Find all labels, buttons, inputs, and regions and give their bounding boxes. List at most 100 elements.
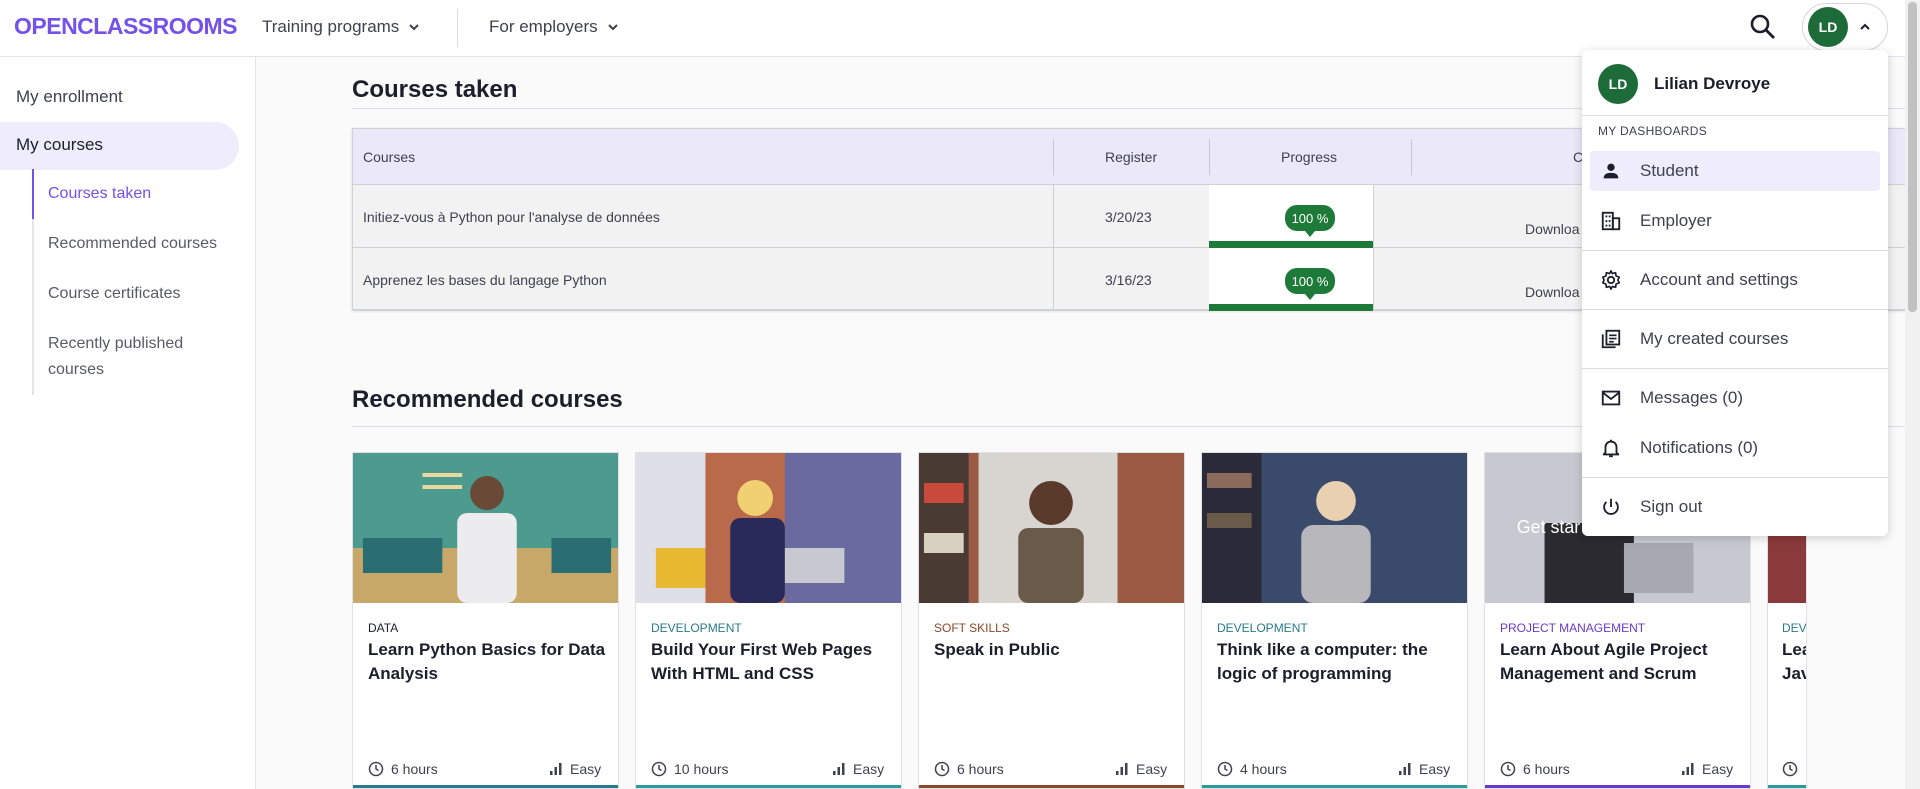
course-thumbnail xyxy=(636,453,901,603)
clock-icon xyxy=(934,761,950,777)
course-duration-value: 6 hours xyxy=(391,761,438,777)
level-bars-icon xyxy=(1399,763,1411,775)
thumbnail-overlay-text: Get star xyxy=(1517,517,1581,537)
category-color-bar xyxy=(636,785,901,788)
register-date: 3/16/23 xyxy=(1105,272,1152,288)
mail-icon xyxy=(1601,390,1621,406)
course-level: Easy xyxy=(832,761,884,777)
course-card[interactable]: DEVELOPMENT Think like a computer: the l… xyxy=(1201,452,1468,789)
course-level-value: Easy xyxy=(1136,761,1168,777)
clock-icon xyxy=(368,761,384,777)
course-category: SOFT SKILLS xyxy=(934,621,1010,635)
power-icon xyxy=(1603,498,1619,515)
sidebar-subitem-recommended-courses[interactable]: Recommended courses xyxy=(48,231,238,257)
course-level-value: Easy xyxy=(853,761,885,777)
category-color-bar xyxy=(919,785,1184,788)
menu-divider xyxy=(1582,115,1888,116)
sidebar-subitem-recently-published[interactable]: Recently published courses xyxy=(48,331,238,383)
course-title[interactable]: Learn Python Basics for Data Analysis xyxy=(368,638,608,686)
nav-for-employers[interactable]: For employers xyxy=(489,17,620,37)
progress-badge: 100 % xyxy=(1285,205,1335,237)
courses-taken-heading: Courses taken xyxy=(352,76,518,103)
column-header-progress[interactable]: Progress xyxy=(1281,149,1337,165)
progress-bar xyxy=(1209,241,1373,248)
nav-training-programs[interactable]: Training programs xyxy=(262,17,421,37)
menu-item-sign-out[interactable]: Sign out xyxy=(1590,487,1880,527)
download-certificate-link[interactable]: Downloa xyxy=(1525,284,1579,300)
course-card[interactable]: DEVELOPMENT Build Your First Web Pages W… xyxy=(635,452,902,789)
course-name[interactable]: Apprenez les bases du langage Python xyxy=(363,272,607,288)
sidebar-item-my-courses[interactable]: My courses xyxy=(0,122,239,170)
course-category: DEVELOPMENT xyxy=(1217,621,1308,635)
user-name: Lilian Devroye xyxy=(1654,74,1771,93)
course-level-value: Easy xyxy=(570,761,602,777)
progress-cell: 100 % xyxy=(1209,248,1373,311)
menu-item-messages[interactable]: Messages (0) xyxy=(1590,378,1880,418)
avatar: LD xyxy=(1598,64,1638,104)
course-level: Easy xyxy=(1681,761,1733,777)
menu-item-notifications[interactable]: Notifications (0) xyxy=(1590,428,1880,468)
course-card[interactable]: DATA Learn Python Basics for Data Analys… xyxy=(352,452,619,789)
menu-divider xyxy=(1582,250,1888,251)
course-name[interactable]: Initiez-vous à Python pour l'analyse de … xyxy=(363,209,660,225)
top-header: OPENCLASSROOMS Training programs For emp… xyxy=(0,0,1920,57)
menu-item-student[interactable]: Student xyxy=(1590,151,1880,191)
course-title[interactable]: Build Your First Web Pages With HTML and… xyxy=(651,638,891,686)
clock-icon xyxy=(1500,761,1516,777)
menu-item-employer[interactable]: Employer xyxy=(1590,201,1880,241)
menu-item-label: Notifications (0) xyxy=(1640,438,1759,457)
openclassrooms-logo[interactable]: OPENCLASSROOMS xyxy=(14,13,238,40)
cell-divider xyxy=(1373,185,1374,248)
person-icon xyxy=(1603,163,1619,179)
course-level: Easy xyxy=(549,761,601,777)
course-card[interactable]: SOFT SKILLS Speak in Public 6 hours Easy xyxy=(918,452,1185,789)
level-bars-icon xyxy=(1682,763,1694,775)
course-level: Easy xyxy=(1115,761,1167,777)
menu-item-my-created-courses[interactable]: My created courses xyxy=(1590,319,1880,359)
category-color-bar xyxy=(1202,785,1467,788)
course-title[interactable]: Think like a computer: the logic of prog… xyxy=(1217,638,1457,686)
clock-icon xyxy=(1217,761,1233,777)
search-icon[interactable] xyxy=(1748,12,1778,42)
category-color-bar xyxy=(353,785,618,788)
progress-bar xyxy=(1209,304,1373,311)
chevron-down-icon xyxy=(607,24,618,31)
download-certificate-link[interactable]: Downloa xyxy=(1525,221,1579,237)
course-category: PROJECT MANAGEMENT xyxy=(1500,621,1646,635)
course-duration: 6 hours xyxy=(368,761,438,777)
clock-icon xyxy=(651,761,667,777)
page-scrollbar[interactable] xyxy=(1905,0,1920,789)
menu-divider xyxy=(1582,368,1888,369)
sidebar-subitem-course-certificates[interactable]: Course certificates xyxy=(48,281,238,307)
column-header-register[interactable]: Register xyxy=(1105,149,1157,165)
level-bars-icon xyxy=(550,763,562,775)
course-duration-value: 6 hours xyxy=(1523,761,1570,777)
course-duration: 6 hours xyxy=(1500,761,1570,777)
course-level: Easy xyxy=(1398,761,1450,777)
column-header-courses[interactable]: Courses xyxy=(363,149,415,165)
menu-item-account-settings[interactable]: Account and settings xyxy=(1590,260,1880,300)
menu-item-label: Account and settings xyxy=(1640,270,1798,289)
course-title[interactable]: Speak in Public xyxy=(934,638,1174,662)
column-divider xyxy=(1411,139,1412,175)
category-color-bar xyxy=(1768,785,1806,788)
menu-divider xyxy=(1582,309,1888,310)
course-title[interactable]: Learn About Agile Project Management and… xyxy=(1500,638,1740,686)
user-menu-button[interactable]: LD xyxy=(1802,3,1888,51)
scrollbar-thumb[interactable] xyxy=(1908,2,1917,312)
sidebar-item-label: My courses xyxy=(16,135,103,154)
course-duration-value: 10 hours xyxy=(674,761,729,777)
sidebar: My enrollment My courses Courses taken R… xyxy=(0,57,256,789)
course-thumbnail xyxy=(919,453,1184,603)
level-bars-icon xyxy=(833,763,845,775)
sidebar-subitem-courses-taken[interactable]: Courses taken xyxy=(48,181,238,207)
menu-item-label: Messages (0) xyxy=(1640,388,1743,407)
course-duration: 10 hours xyxy=(651,761,728,777)
course-title[interactable]: Lea Jav xyxy=(1782,638,1806,686)
register-date: 3/20/23 xyxy=(1105,209,1152,225)
nav-divider xyxy=(457,9,458,47)
course-duration xyxy=(1782,761,1798,777)
menu-item-label: Sign out xyxy=(1640,497,1703,516)
course-level-value: Easy xyxy=(1702,761,1734,777)
sidebar-item-my-enrollment[interactable]: My enrollment xyxy=(16,87,123,107)
